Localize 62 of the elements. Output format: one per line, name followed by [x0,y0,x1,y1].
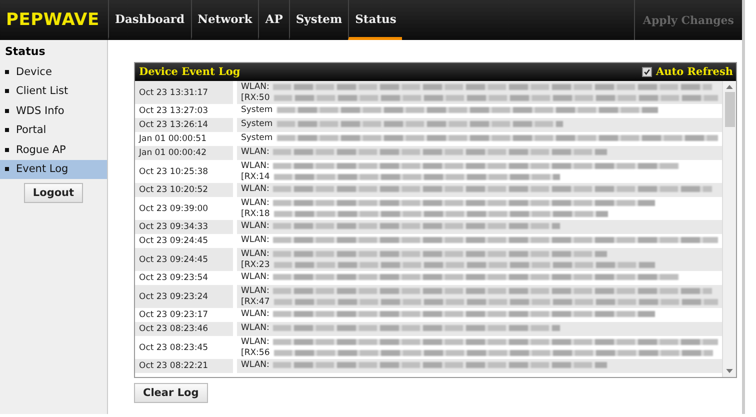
event-continuation: [RX:14 [241,172,270,182]
auto-refresh-checkbox[interactable] [642,67,652,77]
event-time: Oct 23 09:23:24 [135,285,233,308]
event-source: WLAN: [241,286,270,296]
event-source: WLAN: [241,235,270,246]
event-time: Oct 23 09:24:45 [138,235,210,248]
event-source: WLAN: [241,309,270,320]
scroll-up-icon[interactable] [726,84,733,89]
event-source: System [241,105,273,116]
event-source: WLAN: [241,184,270,194]
event-time: Oct 23 09:24:45 [135,248,233,271]
event-time: Oct 23 09:23:17 [138,309,210,322]
event-time: Oct 23 08:22:21 [135,359,233,373]
event-source: System [241,133,273,144]
event-source: WLAN: [241,360,270,370]
event-source: System [241,119,273,130]
event-time: Oct 23 13:27:03 [138,105,210,118]
sidebar-item[interactable]: Portal [0,120,107,140]
scrollbar-thumb[interactable] [724,92,734,127]
panel-title: Device Event Log [139,66,240,78]
sidebar-item[interactable]: Device [0,62,107,82]
event-continuation: [RX:50 [241,92,270,103]
event-time: Oct 23 13:31:17 [135,81,233,104]
event-source: WLAN: [241,272,270,282]
sidebar-item[interactable]: Client List [0,82,107,101]
nav-tab[interactable]: Network [190,0,258,40]
event-time: Oct 23 09:23:54 [138,272,210,285]
event-source: WLAN: [241,161,270,172]
logout-button[interactable]: Logout [24,183,84,203]
event-source: WLAN: [241,249,270,260]
event-continuation: [RX:47 [241,296,270,307]
nav-tab[interactable]: Dashboard [108,0,191,40]
event-source: WLAN: [241,147,270,158]
event-source: WLAN: [241,82,270,92]
sidebar-item[interactable]: Event Log [0,160,107,179]
event-time: Oct 23 08:23:45 [138,342,210,354]
scrollbar[interactable] [722,81,736,377]
sidebar-item[interactable]: Rogue AP [0,140,107,160]
nav-tab[interactable]: AP [258,0,289,40]
clear-log-button[interactable]: Clear Log [134,383,208,403]
brand-logo: PEPWAVE [5,9,100,32]
event-source: WLAN: [241,337,270,348]
event-continuation: [RX:23 [241,260,270,270]
event-continuation: [RX:18 [241,208,270,219]
event-time: Oct 23 09:34:33 [135,220,233,234]
nav-tab[interactable]: Status [348,0,402,40]
event-source: WLAN: [241,198,270,208]
event-continuation: [RX:56 [241,348,270,358]
nav-tab[interactable]: System [288,0,348,40]
event-time: Oct 23 08:23:46 [135,322,233,336]
event-time: Jan 01 00:00:42 [135,146,233,160]
event-time: Oct 23 10:20:52 [135,183,233,197]
event-time: Oct 23 10:25:38 [138,166,210,178]
event-source: WLAN: [241,221,270,232]
scroll-down-icon[interactable] [726,369,733,374]
event-time: Oct 23 13:26:14 [135,118,233,132]
sidebar-title: Status [4,44,46,60]
event-time: Jan 01 00:00:51 [138,133,208,146]
auto-refresh-label: Auto Refresh [656,66,733,78]
event-source: WLAN: [241,323,270,334]
sidebar-item[interactable]: WDS Info [0,101,107,120]
event-time: Oct 23 09:39:00 [138,202,210,216]
